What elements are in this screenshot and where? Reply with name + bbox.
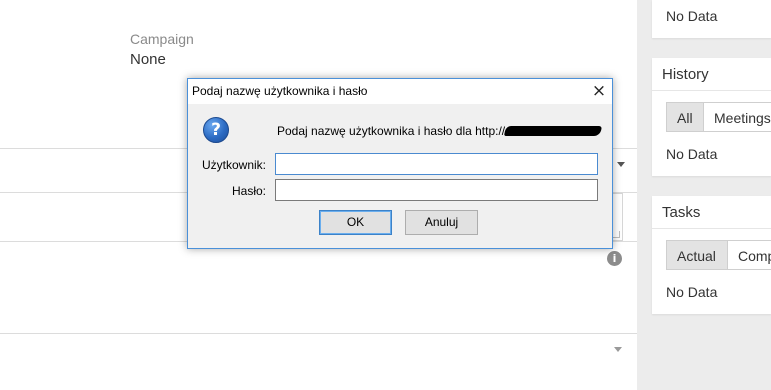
auth-dialog: Podaj nazwę użytkownika i hasło × ? Poda… bbox=[187, 78, 613, 249]
cancel-button[interactable]: Anuluj bbox=[405, 210, 478, 235]
no-data-text: No Data bbox=[666, 284, 718, 300]
dialog-message-text: Podaj nazwę użytkownika i hasło dla http… bbox=[277, 124, 506, 138]
dialog-titlebar[interactable]: Podaj nazwę użytkownika i hasło × bbox=[188, 79, 612, 104]
divider bbox=[652, 90, 771, 91]
info-icon[interactable]: i bbox=[607, 251, 622, 266]
history-card: History All Meetings No Data bbox=[652, 58, 771, 176]
tasks-filter-actual[interactable]: Actual bbox=[666, 240, 728, 270]
no-data-text: No Data bbox=[666, 146, 718, 162]
tasks-filter-group: Actual Comp bbox=[666, 240, 771, 270]
chevron-down-icon[interactable] bbox=[614, 347, 622, 352]
no-data-text: No Data bbox=[666, 8, 718, 24]
tasks-title: Tasks bbox=[662, 204, 701, 221]
history-title: History bbox=[662, 66, 709, 83]
campaign-label: Campaign bbox=[130, 31, 194, 47]
chevron-down-icon[interactable] bbox=[617, 162, 625, 167]
divider bbox=[652, 228, 771, 229]
username-field[interactable] bbox=[275, 153, 598, 175]
close-icon[interactable]: × bbox=[588, 81, 610, 101]
tasks-filter-completed[interactable]: Comp bbox=[727, 240, 771, 270]
ok-button[interactable]: OK bbox=[319, 210, 392, 235]
password-label: Hasło: bbox=[231, 184, 266, 198]
dialog-title: Podaj nazwę użytkownika i hasło bbox=[192, 84, 368, 98]
question-icon: ? bbox=[203, 117, 229, 143]
redacted-url bbox=[504, 126, 603, 136]
history-filter-all[interactable]: All bbox=[666, 102, 704, 132]
info-card: No Data bbox=[652, 0, 771, 38]
dialog-message: Podaj nazwę użytkownika i hasło dla http… bbox=[277, 124, 603, 138]
history-filter-group: All Meetings bbox=[666, 102, 771, 132]
tasks-card: Tasks Actual Comp No Data bbox=[652, 196, 771, 314]
password-field[interactable] bbox=[275, 179, 598, 201]
history-filter-meetings[interactable]: Meetings bbox=[703, 102, 771, 132]
resize-handle-icon[interactable] bbox=[613, 231, 620, 238]
campaign-value[interactable]: None bbox=[130, 51, 166, 68]
divider bbox=[0, 333, 637, 334]
username-label: Użytkownik: bbox=[201, 158, 266, 172]
